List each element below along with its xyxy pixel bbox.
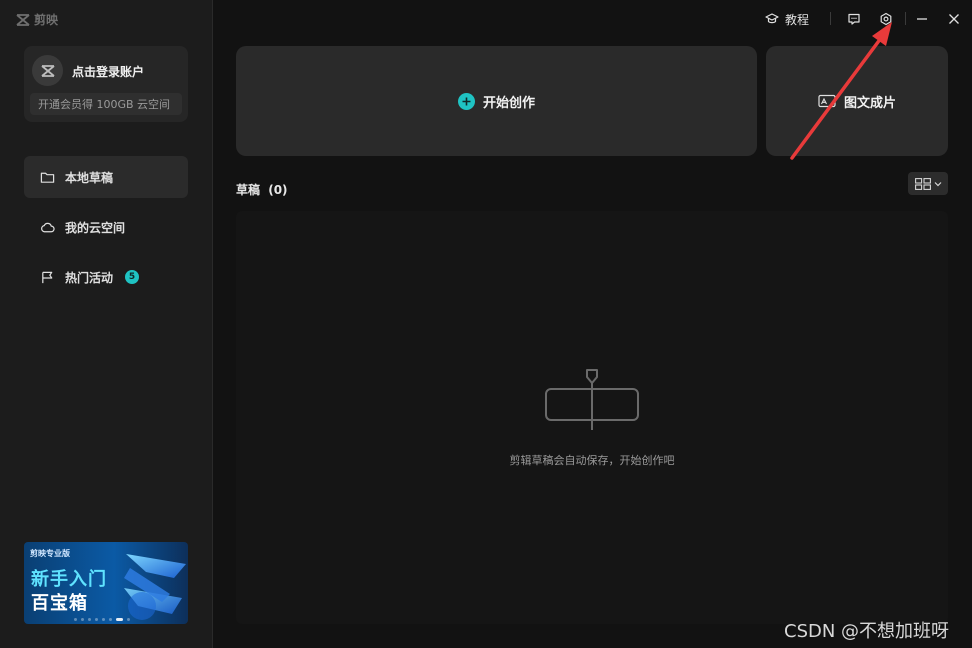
drafts-panel: 剪辑草稿会自动保存，开始创作吧: [236, 211, 948, 624]
image-text-icon: [818, 94, 836, 108]
topbar-divider: [830, 12, 831, 25]
drafts-count: (0): [268, 183, 288, 197]
banner-dot[interactable]: [95, 618, 98, 621]
chevron-down-icon: [934, 181, 941, 186]
banner-pagination[interactable]: [74, 618, 130, 621]
vip-promo[interactable]: 开通会员得 100GB 云空间: [30, 93, 182, 115]
banner-dot[interactable]: [88, 618, 91, 621]
banner-dot[interactable]: [74, 618, 77, 621]
grid-view-icon: [914, 177, 931, 190]
close-icon: [949, 14, 959, 24]
banner-dot[interactable]: [102, 618, 105, 621]
sidebar: 剪映 点击登录账户 开通会员得 100GB 云空间 本地草稿 我的云空间 热门活…: [0, 0, 213, 648]
minimize-icon: [917, 18, 927, 20]
avatar[interactable]: [32, 55, 63, 86]
plus-icon: [457, 92, 475, 110]
capcut-avatar-icon: [40, 64, 55, 77]
flag-icon: [42, 271, 53, 283]
notification-badge: 5: [125, 270, 140, 284]
tutorial-label: 教程: [785, 12, 810, 27]
folder-icon: [40, 172, 55, 183]
drafts-title-text: 草稿: [236, 183, 261, 197]
image-to-video-button[interactable]: 图文成片: [766, 46, 948, 156]
drafts-heading: 草稿 (0): [236, 181, 288, 198]
banner-dot[interactable]: [81, 618, 84, 621]
banner-dot-active[interactable]: [116, 618, 123, 621]
graduation-cap-icon: [765, 13, 779, 24]
settings-icon: [880, 12, 892, 26]
banner-3d-art: [124, 554, 186, 620]
promo-banner[interactable]: 剪映专业版 新手入门 百宝箱: [24, 542, 188, 624]
start-create-button[interactable]: 开始创作: [236, 46, 757, 156]
sidebar-item-hot-events[interactable]: 热门活动 5: [24, 256, 188, 298]
image-to-video-label: 图文成片: [843, 95, 896, 111]
feedback-button[interactable]: [847, 10, 861, 28]
empty-state-text: 剪辑草稿会自动保存，开始创作吧: [509, 454, 675, 467]
banner-title-line1: 新手入门: [31, 569, 107, 590]
banner-title-line2: 百宝箱: [31, 593, 88, 614]
capcut-logo-icon: [16, 13, 30, 26]
empty-timeline-icon: [545, 369, 639, 430]
banner-dot[interactable]: [109, 618, 112, 621]
close-button[interactable]: [947, 10, 961, 28]
view-mode-dropdown[interactable]: [908, 172, 948, 195]
account-card[interactable]: 点击登录账户 开通会员得 100GB 云空间: [24, 46, 188, 122]
minimize-button[interactable]: [915, 10, 929, 28]
login-link[interactable]: 点击登录账户: [72, 63, 144, 80]
banner-dot[interactable]: [127, 618, 130, 621]
sidebar-item-label: 热门活动: [65, 270, 114, 285]
feedback-icon: [848, 13, 860, 25]
watermark: CSDN @不想加班呀: [784, 621, 950, 642]
app-logo: 剪映: [16, 11, 58, 28]
start-create-label: 开始创作: [482, 95, 535, 111]
sidebar-item-local-drafts[interactable]: 本地草稿: [24, 156, 188, 198]
app-name: 剪映: [34, 13, 59, 27]
cloud-icon: [41, 222, 55, 232]
sidebar-item-cloud-space[interactable]: 我的云空间: [24, 206, 188, 248]
sidebar-item-label: 我的云空间: [65, 220, 126, 235]
banner-brand: 剪映专业版: [30, 549, 70, 558]
topbar-divider: [905, 12, 906, 25]
sidebar-item-label: 本地草稿: [65, 170, 114, 185]
tutorial-button[interactable]: 教程: [765, 10, 809, 28]
settings-button[interactable]: [879, 10, 893, 28]
